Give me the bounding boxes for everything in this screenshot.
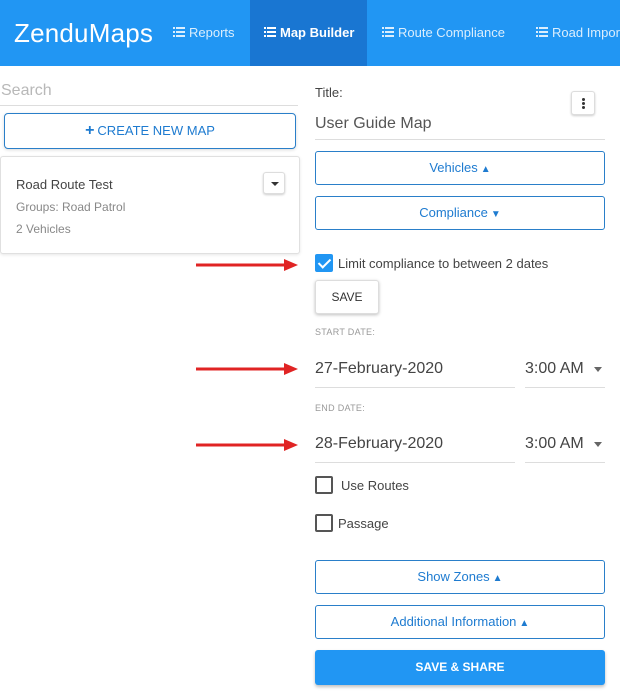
passage-checkbox[interactable] (315, 514, 333, 532)
passage-row: Passage (315, 514, 435, 534)
limit-compliance-label: Limit compliance to between 2 dates (338, 256, 549, 271)
nav-road-import[interactable]: Road Impor (528, 0, 620, 66)
save-and-share-button[interactable]: SAVE & SHARE (315, 650, 605, 685)
search-input[interactable] (0, 76, 298, 106)
create-new-map-label: CREATE NEW MAP (97, 123, 215, 138)
annotation-arrow-icon (196, 259, 298, 271)
chevron-down-icon: ▼ (490, 209, 501, 220)
top-navbar: ZenduMaps Reports Map Builder Route Comp… (0, 0, 620, 66)
nav-route-compliance[interactable]: Route Compliance (372, 0, 520, 66)
start-time-select[interactable]: 3:00 AM (525, 352, 605, 388)
show-zones-button[interactable]: Show Zones ▲ (315, 560, 605, 594)
end-time-select[interactable]: 3:00 AM (525, 427, 605, 463)
caret-down-icon[interactable] (263, 172, 285, 194)
create-new-map-button[interactable]: + CREATE NEW MAP (4, 113, 296, 149)
vehicles-button[interactable]: Vehicles ▲ (315, 151, 605, 185)
compliance-button[interactable]: Compliance ▼ (315, 196, 605, 230)
nav-reports-label: Reports (189, 25, 235, 40)
map-card-vehicles: 2 Vehicles (16, 222, 71, 236)
list-icon (173, 27, 185, 38)
map-card-groups: Groups: Road Patrol (16, 200, 126, 214)
show-zones-button-label: Show Zones (417, 569, 490, 584)
title-label: Title: (315, 85, 343, 100)
end-date-field[interactable]: 28-February-2020 (315, 427, 515, 463)
chevron-up-icon: ▲ (480, 164, 491, 175)
use-routes-checkbox[interactable] (315, 476, 333, 494)
start-date-label: START DATE: (315, 327, 376, 337)
plus-icon: + (85, 122, 95, 139)
additional-information-button[interactable]: Additional Information ▲ (315, 605, 605, 639)
vehicles-button-label: Vehicles (429, 160, 478, 175)
nav-reports[interactable]: Reports (163, 0, 246, 66)
compliance-button-label: Compliance (419, 205, 488, 220)
list-icon (264, 27, 276, 38)
chevron-up-icon: ▲ (492, 573, 503, 584)
nav-road-import-label: Road Impor (552, 25, 620, 40)
list-icon (536, 27, 548, 38)
use-routes-label: Use Routes (341, 478, 409, 493)
nav-map-builder-label: Map Builder (280, 25, 355, 40)
limit-compliance-checkbox[interactable] (315, 254, 333, 272)
nav-route-compliance-label: Route Compliance (398, 25, 505, 40)
chevron-up-icon: ▲ (519, 618, 530, 629)
save-button[interactable]: SAVE (315, 280, 379, 314)
annotation-arrow-icon (196, 439, 298, 451)
list-icon (382, 27, 394, 38)
limit-compliance-row: Limit compliance to between 2 dates (315, 254, 575, 274)
nav-map-builder[interactable]: Map Builder (250, 0, 367, 66)
end-date-label: END DATE: (315, 403, 366, 413)
annotation-arrow-icon (196, 363, 298, 375)
title-input[interactable] (315, 108, 605, 140)
additional-information-button-label: Additional Information (390, 614, 517, 629)
passage-label: Passage (338, 516, 389, 531)
brand-logo[interactable]: ZenduMaps (14, 18, 153, 49)
map-card[interactable]: Road Route Test Groups: Road Patrol 2 Ve… (0, 156, 300, 254)
more-options-icon[interactable] (571, 91, 595, 115)
start-date-field[interactable]: 27-February-2020 (315, 352, 515, 388)
use-routes-row: Use Routes (315, 476, 435, 496)
map-card-name: Road Route Test (16, 177, 113, 192)
